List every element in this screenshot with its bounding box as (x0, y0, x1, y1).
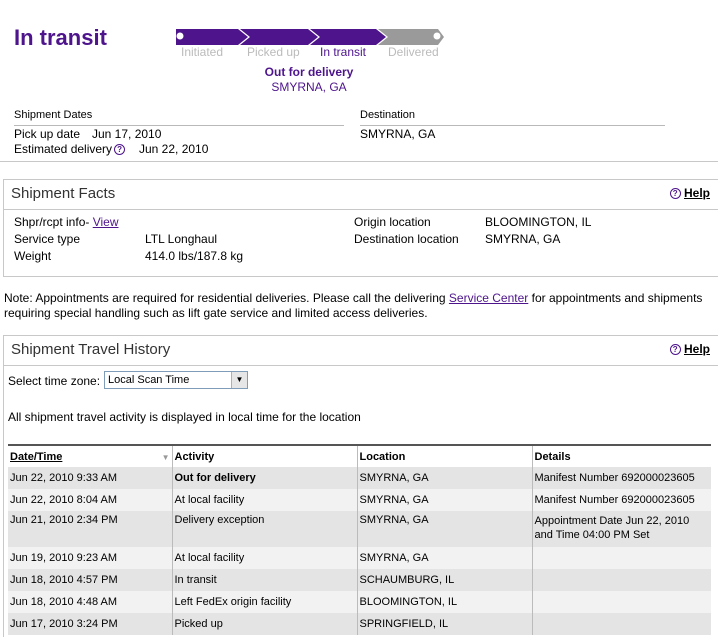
status-location: SMYRNA, GA (271, 80, 347, 94)
cell-date: Jun 22, 2010 8:04 AM (8, 489, 172, 511)
shipment-facts-panel: Shipment Facts ? Help Shpr/rcpt info- Vi… (3, 179, 718, 277)
timezone-label: Select time zone: (8, 374, 101, 388)
facts-help-link[interactable]: ? Help (668, 186, 710, 200)
progress-segment-initiated (176, 29, 248, 45)
timezone-info: All shipment travel activity is displaye… (8, 410, 361, 424)
travel-history-table: ▼ Date/Time Activity Location Details Jun… (8, 444, 711, 635)
cell-date: Jun 17, 2010 3:24 PM (8, 613, 172, 635)
cell-location: SMYRNA, GA (356, 547, 532, 569)
cell-details: Appointment Date Jun 22, 2010 and Time 0… (531, 511, 711, 547)
timezone-value: Local Scan Time (108, 374, 190, 386)
cell-activity: Left FedEx origin facility (171, 591, 357, 613)
status-panel: In transit Initiated Picked up In transi… (0, 0, 718, 162)
cell-date: Jun 21, 2010 2:34 PM (8, 511, 172, 547)
sort-icon[interactable]: ▼ (162, 453, 170, 462)
stage-in-transit: In transit (320, 45, 367, 59)
appointment-note: Note: Appointments are required for resi… (4, 291, 704, 321)
travel-history-title: Shipment Travel History (11, 341, 171, 358)
cell-activity: In transit (171, 569, 357, 591)
help-icon: ? (669, 344, 681, 355)
shipment-dates-heading: Shipment Dates (14, 109, 93, 121)
table-row: Jun 19, 2010 9:23 AM At local facility S… (8, 547, 711, 569)
cell-details (531, 613, 711, 635)
pickup-date-label: Pick up date (14, 127, 81, 141)
destination-rule (360, 125, 665, 126)
progress-segment-in-transit (310, 29, 386, 45)
note-text-start: Note: Appointments are required for resi… (4, 291, 449, 305)
table-row: Jun 21, 2010 2:34 PM Delivery exception … (8, 511, 711, 547)
progress-end-dot (433, 32, 441, 40)
table-row: Jun 18, 2010 4:57 PM In transit SCHAUMBU… (8, 569, 711, 591)
stage-delivered: Delivered (388, 45, 439, 59)
service-center-link[interactable]: Service Center (449, 291, 528, 305)
cell-date: Jun 18, 2010 4:48 AM (8, 591, 172, 613)
table-row: Jun 18, 2010 4:48 AM Left FedEx origin f… (8, 591, 711, 613)
cell-date: Jun 19, 2010 9:23 AM (8, 547, 172, 569)
estimated-delivery-label: Estimated delivery (14, 142, 113, 156)
service-type-label: Service type (14, 232, 81, 246)
chevron-down-icon[interactable]: ▼ (231, 372, 247, 388)
cell-activity: Picked up (171, 613, 357, 635)
table-row: Jun 22, 2010 8:04 AM At local facility S… (8, 489, 711, 511)
progress-segment-picked-up (240, 29, 318, 45)
history-separator (4, 365, 718, 366)
cell-location: SMYRNA, GA (356, 511, 532, 547)
pickup-date-value: Jun 17, 2010 (92, 127, 162, 141)
progress-start-dot (176, 32, 184, 40)
progress-bar (176, 29, 444, 45)
history-help-link[interactable]: ? Help (668, 342, 710, 356)
estimated-delivery-row: Estimated delivery? (14, 142, 126, 156)
stage-initiated: Initiated (181, 45, 224, 59)
column-date-time[interactable]: ▼ Date/Time (8, 444, 172, 467)
column-location: Location (356, 444, 532, 467)
cell-date: Jun 18, 2010 4:57 PM (8, 569, 172, 591)
cell-location: SMYRNA, GA (356, 467, 532, 489)
cell-activity: At local facility (171, 489, 357, 511)
column-details: Details (531, 444, 711, 467)
cell-location: SMYRNA, GA (356, 489, 532, 511)
destination-location-value: SMYRNA, GA (485, 232, 561, 246)
cell-details (531, 569, 711, 591)
destination-value: SMYRNA, GA (360, 127, 436, 141)
origin-location-label: Origin location (354, 215, 431, 229)
facts-separator (4, 209, 718, 210)
status-line: Out for delivery (264, 65, 354, 79)
estimated-delivery-value: Jun 22, 2010 (139, 142, 209, 156)
cell-location: BLOOMINGTON, IL (356, 591, 532, 613)
dates-rule (14, 125, 344, 126)
cell-location: SCHAUMBURG, IL (356, 569, 532, 591)
travel-history-panel: Shipment Travel History ? Help Select ti… (3, 335, 718, 637)
cell-details (531, 591, 711, 613)
weight-value: 414.0 lbs/187.8 kg (145, 249, 244, 263)
shipper-info-row: Shpr/rcpt info- View (14, 215, 119, 229)
weight-label: Weight (14, 249, 52, 263)
cell-date: Jun 22, 2010 9:33 AM (8, 467, 172, 489)
shipment-facts-title: Shipment Facts (11, 185, 116, 202)
status-title: In transit (14, 25, 107, 50)
stage-picked-up: Picked up (247, 45, 300, 59)
cell-details: Manifest Number 692000023605 (531, 489, 711, 511)
cell-details (531, 547, 711, 569)
history-help-label: Help (683, 342, 710, 356)
cell-activity: At local facility (171, 547, 357, 569)
help-icon: ? (669, 188, 681, 199)
shipper-info-label: Shpr/rcpt info- (14, 215, 90, 229)
cell-details: Manifest Number 692000023605 (531, 467, 711, 489)
origin-location-value: BLOOMINGTON, IL (485, 215, 592, 229)
cell-activity: Out for delivery (171, 467, 357, 489)
table-row: Jun 22, 2010 9:33 AM Out for delivery SM… (8, 467, 711, 489)
service-type-value: LTL Longhaul (145, 232, 218, 246)
table-row: Jun 17, 2010 3:24 PM Picked up SPRINGFIE… (8, 613, 711, 635)
destination-location-label: Destination location (354, 232, 459, 246)
column-activity: Activity (171, 444, 357, 467)
cell-activity: Delivery exception (171, 511, 357, 547)
view-shipper-link[interactable]: View (93, 215, 119, 229)
facts-help-label: Help (683, 186, 710, 200)
timezone-select[interactable]: Local Scan Time ▼ (104, 371, 248, 389)
cell-location: SPRINGFIELD, IL (356, 613, 532, 635)
destination-heading: Destination (360, 109, 416, 121)
help-icon[interactable]: ? (114, 144, 126, 155)
